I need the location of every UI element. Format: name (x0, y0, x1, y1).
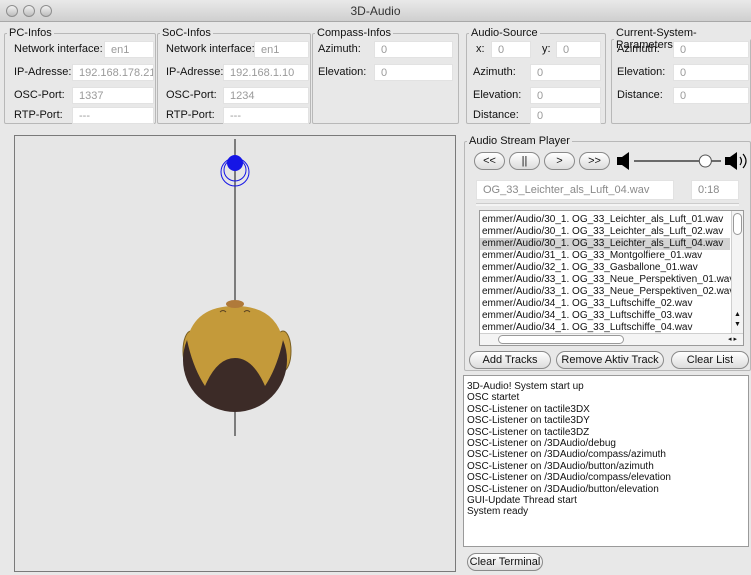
soc-ip-label: IP-Adresse: (166, 66, 224, 78)
compass-elevation-label: Elevation: (318, 66, 367, 78)
spatial-view-svg (182, 139, 292, 436)
pc-rtp-label: RTP-Port: (14, 109, 63, 121)
source-azimuth-field[interactable]: 0 (530, 64, 601, 81)
scroll-down-arrow-icon[interactable]: ▼ (734, 321, 741, 329)
track-list-item[interactable]: emmer/Audio/32_1. OG_33_Gasballone_01.wa… (480, 262, 730, 274)
pc-ip-label: IP-Adresse: (14, 66, 72, 78)
volume-control (617, 152, 747, 170)
current-track-field: OG_33_Leichter_als_Luft_04.wav (476, 180, 674, 200)
terminal-line: OSC-Listener on /3DAudio/debug (467, 438, 616, 450)
source-y-field[interactable]: 0 (556, 41, 601, 58)
compass-azimuth-field[interactable]: 0 (374, 41, 453, 58)
terminal-line: OSC-Listener on /3DAudio/compass/elevati… (467, 472, 671, 484)
source-x-field[interactable]: 0 (491, 41, 531, 58)
source-distance-label: Distance: (473, 109, 519, 121)
track-list-item[interactable]: emmer/Audio/33_1. OG_33_Neue_Perspektive… (480, 274, 734, 286)
terminal-line: System ready (467, 506, 529, 518)
terminal-line: OSC-Listener on /3DAudio/button/azimuth (467, 460, 654, 472)
track-list-item[interactable]: emmer/Audio/30_1. OG_33_Leichter_als_Luf… (480, 226, 730, 238)
audio-player-legend: Audio Stream Player (469, 135, 570, 147)
listener-head (182, 300, 292, 412)
clear-terminal-button[interactable]: Clear Terminal (467, 553, 543, 571)
soc-rtp-label: RTP-Port: (166, 109, 215, 121)
compass-infos-legend: Compass-Infos (317, 27, 391, 39)
source-y-label: y: (542, 43, 551, 55)
title-bar: 3D-Audio (0, 0, 751, 22)
pc-osc-label: OSC-Port: (14, 89, 65, 101)
compass-azimuth-label: Azimuth: (318, 43, 361, 55)
system-distance-label: Distance: (617, 89, 663, 101)
track-list-item[interactable]: emmer/Audio/33_1. OG_33_Neue_Perspektive… (480, 286, 734, 298)
scroll-left-right-arrows-icon[interactable]: ◂ ▸ (728, 335, 737, 344)
pause-button[interactable]: || (509, 152, 540, 170)
soc-osc-field[interactable]: 1234 (223, 87, 309, 104)
clear-list-button[interactable]: Clear List (671, 351, 749, 369)
soc-network-field[interactable]: en1 (254, 41, 309, 58)
pc-infos-legend: PC-Infos (9, 27, 52, 39)
track-progress-bar[interactable] (476, 203, 739, 206)
source-elevation-label: Elevation: (473, 89, 522, 101)
system-distance-field[interactable]: 0 (673, 87, 749, 104)
audio-source-legend: Audio-Source (471, 27, 538, 39)
pc-osc-field[interactable]: 1337 (72, 87, 154, 104)
soc-network-label: Network interface: (166, 43, 255, 55)
system-azimuth-label: Azimuth: (617, 43, 660, 55)
terminal-line: GUI-Update Thread start (467, 495, 577, 507)
system-elevation-label: Elevation: (617, 66, 666, 78)
terminal-line: OSC-Listener on /3DAudio/compass/azimuth (467, 449, 666, 461)
nose (226, 300, 244, 308)
volume-slider-knob[interactable] (698, 154, 712, 168)
volume-low-icon (617, 152, 629, 170)
terminal-output[interactable]: 3D-Audio! System start up OSC startet OSC-… (463, 375, 749, 547)
terminal-line: OSC-Listener on tactile3DZ (467, 426, 590, 438)
soc-infos-legend: SoC-Infos (162, 27, 211, 39)
pc-rtp-field[interactable]: --- (72, 107, 154, 124)
track-list-item[interactable]: emmer/Audio/34_1. OG_33_Luftschiffe_03.w… (480, 310, 730, 322)
source-elevation-field[interactable]: 0 (530, 87, 601, 104)
soc-rtp-field[interactable]: --- (223, 107, 309, 124)
soc-osc-label: OSC-Port: (166, 89, 217, 101)
source-dot (227, 155, 243, 171)
remove-active-track-button[interactable]: Remove Aktiv Track (556, 351, 664, 369)
spatial-canvas[interactable] (14, 135, 456, 572)
terminal-line: OSC startet (467, 392, 520, 404)
soc-ip-field[interactable]: 192.168.1.10 (223, 64, 309, 81)
window-title: 3D-Audio (350, 4, 401, 18)
track-list-hscroll-thumb[interactable] (498, 335, 624, 344)
scroll-up-arrow-icon[interactable]: ▲ (734, 311, 741, 319)
volume-high-icon (725, 152, 747, 170)
terminal-line: OSC-Listener on tactile3DX (467, 403, 590, 415)
track-list-item[interactable]: emmer/Audio/34_1. OG_33_Luftschiffe_02.w… (480, 298, 730, 310)
add-tracks-button[interactable]: Add Tracks (469, 351, 551, 369)
track-list-vscrollbar[interactable]: ▲ ▼ (731, 211, 743, 334)
terminal-line: OSC-Listener on /3DAudio/button/elevatio… (467, 483, 659, 495)
terminal-line: OSC-Listener on tactile3DY (467, 415, 590, 427)
track-list[interactable]: emmer/Audio/30_1. OG_33_Leichter_als_Luf… (479, 210, 744, 346)
system-elevation-field[interactable]: 0 (673, 64, 749, 81)
system-azimuth-field[interactable]: 0 (673, 41, 749, 58)
pc-ip-field[interactable]: 192.168.178.21 (72, 64, 154, 81)
track-list-item[interactable]: emmer/Audio/30_1. OG_33_Leichter_als_Luf… (480, 238, 730, 250)
source-x-label: x: (476, 43, 485, 55)
play-button[interactable]: > (544, 152, 575, 170)
track-time-field: 0:18 (691, 180, 739, 200)
rewind-button[interactable]: << (474, 152, 505, 170)
source-azimuth-label: Azimuth: (473, 66, 516, 78)
track-list-vscroll-thumb[interactable] (733, 213, 742, 235)
track-list-item[interactable]: emmer/Audio/31_1. OG_33_Montgolfiere_01.… (480, 250, 730, 262)
pc-network-field[interactable]: en1 (104, 41, 154, 58)
track-list-item[interactable]: emmer/Audio/30_1. OG_33_Leichter_als_Luf… (480, 214, 730, 226)
forward-button[interactable]: >> (579, 152, 610, 170)
source-distance-field[interactable]: 0 (530, 107, 601, 124)
compass-elevation-field[interactable]: 0 (374, 64, 453, 81)
sound-source[interactable] (220, 155, 250, 187)
pc-network-label: Network interface: (14, 43, 103, 55)
track-list-hscrollbar[interactable]: ◂ ▸ (480, 333, 743, 345)
terminal-line: 3D-Audio! System start up (467, 381, 584, 392)
